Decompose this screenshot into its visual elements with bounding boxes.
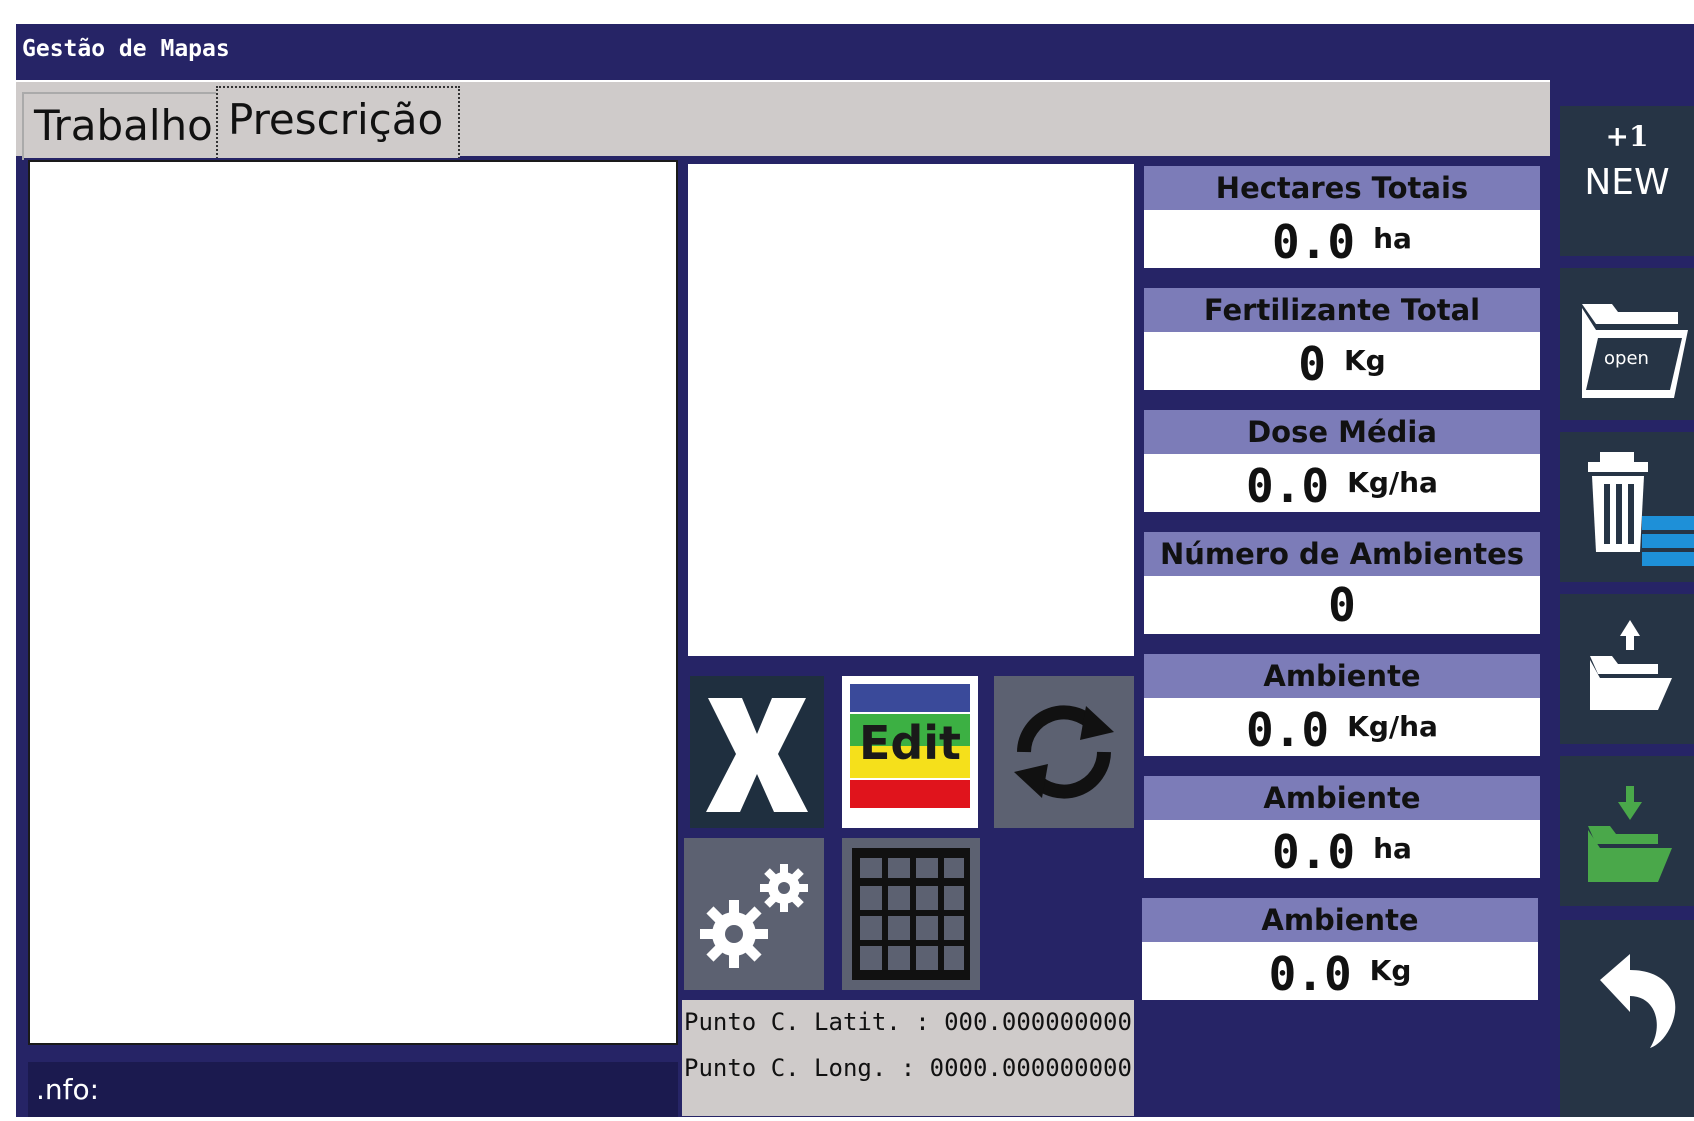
- preview-panel: [688, 164, 1134, 656]
- folder-open-icon: [1582, 304, 1688, 398]
- stat-value-ambiente-2: 0.0 ha: [1144, 820, 1540, 879]
- stat-label-dose: Dose Média: [1144, 410, 1540, 454]
- new-label: NEW: [1584, 162, 1670, 203]
- stat-value-hectares: 0.0 ha: [1144, 210, 1540, 269]
- export-button[interactable]: [1560, 594, 1694, 744]
- stat-unit: Kg/ha: [1347, 710, 1438, 743]
- stat-number: 0.0: [1272, 215, 1356, 269]
- stat-label-fertilizante: Fertilizante Total: [1144, 288, 1540, 332]
- stat-value-fertilizante: 0 Kg: [1144, 332, 1540, 391]
- main-panel: .nfo: Edit Punto C. Latit.: 000.0000000…: [24, 158, 1550, 1117]
- open-label: open: [1604, 348, 1649, 369]
- stat-unit: Kg/ha: [1347, 466, 1438, 499]
- stat-label-ambiente-1: Ambiente: [1144, 654, 1540, 698]
- stat-unit: Kg: [1369, 954, 1412, 987]
- refresh-icon: [1014, 705, 1114, 799]
- stat-number: 0.0: [1246, 703, 1330, 757]
- action-sidebar: +1 NEW open: [1552, 80, 1694, 1117]
- folder-upload-icon: [1590, 620, 1672, 710]
- trash-icon: [1588, 452, 1694, 566]
- stat-number: 0.0: [1246, 459, 1330, 513]
- calculator-icon: [852, 848, 970, 980]
- stat-label-hectares: Hectares Totais: [1144, 166, 1540, 210]
- close-icon: [706, 698, 808, 812]
- new-button[interactable]: +1 NEW: [1560, 106, 1694, 256]
- latitude-readout: Punto C. Latit. : 000.000000000: [684, 1008, 1132, 1036]
- import-button[interactable]: [1560, 756, 1694, 906]
- edit-button[interactable]: Edit: [842, 676, 978, 828]
- open-button[interactable]: open: [1560, 268, 1694, 420]
- title-bar: Gestão de Mapas: [16, 24, 1694, 80]
- edit-band-red: [850, 780, 970, 808]
- stat-value-ambiente-1: 0.0 Kg/ha: [1144, 698, 1540, 757]
- stat-unit: Kg: [1343, 344, 1386, 377]
- folder-download-icon: [1588, 786, 1672, 882]
- stat-number: 0.0: [1268, 947, 1352, 1001]
- stat-label-ambiente-2: Ambiente: [1144, 776, 1540, 820]
- edit-band-blue: [850, 684, 970, 712]
- window-title: Gestão de Mapas: [22, 36, 230, 62]
- app-window: Gestão de Mapas Trabalho Prescrição .nfo…: [16, 24, 1694, 1117]
- close-button[interactable]: [690, 676, 824, 828]
- edit-label: Edit: [858, 716, 962, 770]
- info-bar: .nfo:: [28, 1062, 678, 1117]
- back-arrow-icon: [1600, 954, 1676, 1048]
- tab-bar: Trabalho Prescrição: [16, 80, 1550, 162]
- stat-number: 0: [1328, 578, 1356, 632]
- coordinates-panel: Punto C. Latit. : 000.000000000 Punto C.…: [682, 1000, 1134, 1116]
- tab-prescricao[interactable]: Prescrição: [216, 86, 460, 162]
- stat-unit: ha: [1373, 832, 1412, 865]
- tab-trabalho[interactable]: Trabalho: [22, 92, 242, 160]
- stat-number: 0.0: [1272, 825, 1356, 879]
- stat-value-ambiente-3: 0.0 Kg: [1142, 942, 1538, 1001]
- stat-value-ambientes: 0: [1144, 576, 1540, 634]
- calculator-button[interactable]: [842, 838, 980, 990]
- stat-unit: ha: [1373, 222, 1412, 255]
- longitude-readout: Punto C. Long. : 0000.000000000: [684, 1054, 1132, 1082]
- back-button[interactable]: [1560, 920, 1694, 1117]
- stat-label-ambientes: Número de Ambientes: [1144, 532, 1540, 576]
- settings-button[interactable]: [684, 838, 824, 990]
- map-canvas[interactable]: [28, 160, 678, 1045]
- stat-number: 0: [1298, 337, 1326, 391]
- stat-label-ambiente-3: Ambiente: [1142, 898, 1538, 942]
- delete-button[interactable]: [1560, 432, 1694, 582]
- new-counter: +1: [1605, 120, 1649, 153]
- gear-icon: [700, 864, 808, 968]
- refresh-button[interactable]: [994, 676, 1134, 828]
- stat-value-dose: 0.0 Kg/ha: [1144, 454, 1540, 513]
